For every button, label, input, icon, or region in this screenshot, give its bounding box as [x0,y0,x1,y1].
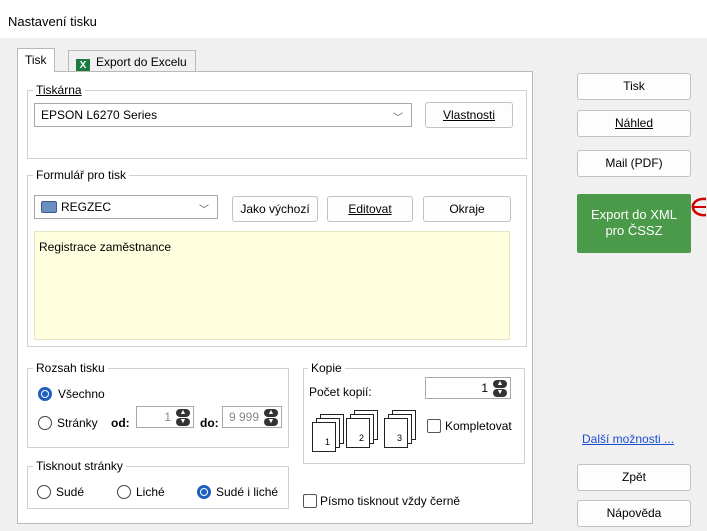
radio-all[interactable] [38,387,52,401]
window-title: Nastavení tisku [8,14,97,29]
black-font-checkbox[interactable] [303,494,317,508]
more-options-link[interactable]: Další možnosti ... [582,432,674,446]
export-xml-cssz-button[interactable]: Export do XML pro ČSSZ [577,194,691,253]
radio-both[interactable] [197,485,211,499]
spinner-arrows-icon[interactable]: ▲ ▼ [264,409,278,426]
form-select[interactable]: REGZEC ﹀ [34,195,218,219]
chevron-down-icon: ﹀ [199,205,209,216]
collate-checkbox[interactable] [427,419,441,433]
properties-button[interactable]: Vlastnosti [425,102,513,128]
radio-pages[interactable] [38,416,52,430]
chevron-down-icon: ﹀ [393,113,403,124]
copies-group-title: Kopie [308,361,345,375]
spinner-arrows-icon[interactable]: ▲ ▼ [176,409,190,426]
tab-export-excel-label: Export do Excelu [96,55,187,69]
copies-count-label: Počet kopií: [309,385,372,399]
radio-pages-label: Stránky [57,416,98,430]
copies-value: 1 [481,381,488,395]
to-spinner[interactable]: 9 999 ▲ ▼ [222,406,282,428]
print-pages-group-title: Tisknout stránky [33,459,126,473]
export-xml-line1: Export do XML [591,207,677,222]
radio-both-label: Sudé i liché [216,485,279,499]
radio-all-label: Všechno [58,387,105,401]
back-button[interactable]: Zpět [577,464,691,491]
edit-button[interactable]: Editovat [327,196,413,222]
collate-label: Kompletovat [445,419,512,433]
radio-even[interactable] [37,485,51,499]
red-annotation-mark [691,197,707,217]
set-default-button[interactable]: Jako výchozí [232,196,318,222]
print-button[interactable]: Tisk [577,73,691,100]
collate-preview-icon: 1 2 3 [312,410,420,460]
preview-button[interactable]: Náhled [577,110,691,137]
margins-button[interactable]: Okraje [423,196,511,222]
to-value: 9 999 [228,410,259,424]
help-button[interactable]: Nápověda [577,500,691,527]
radio-odd-label: Liché [136,485,165,499]
form-select-value: REGZEC [61,200,112,214]
from-spinner[interactable]: 1 ▲ ▼ [136,406,194,428]
range-group-title: Rozsah tisku [33,361,108,375]
printer-select-value: EPSON L6270 Series [41,108,158,122]
to-label: do: [200,416,219,430]
black-font-label: Písmo tisknout vždy černě [320,494,461,508]
mail-pdf-button[interactable]: Mail (PDF) [577,150,691,177]
tab-tisk[interactable]: Tisk [17,48,55,72]
printer-select[interactable]: EPSON L6270 Series ﹀ [34,103,412,127]
printer-group-title: Tiskárna [33,83,85,97]
title-bar [0,0,707,38]
tab-export-excel[interactable]: X Export do Excelu [68,50,196,73]
form-description: Registrace zaměstnance [34,231,510,340]
radio-odd[interactable] [117,485,131,499]
from-value: 1 [164,410,171,424]
export-xml-line2: pro ČSSZ [605,223,663,238]
tab-tisk-label: Tisk [25,53,47,67]
spinner-arrows-icon[interactable]: ▲ ▼ [493,380,507,397]
radio-even-label: Sudé [56,485,85,499]
from-label: od: [111,416,130,430]
copies-spinner[interactable]: 1 ▲ ▼ [425,377,511,399]
printer-icon [41,201,57,213]
form-group-title: Formulář pro tisk [33,168,130,182]
